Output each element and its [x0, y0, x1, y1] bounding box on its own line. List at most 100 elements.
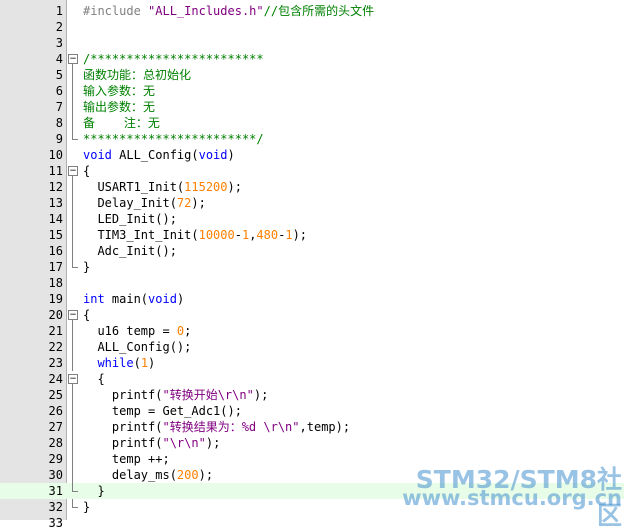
- code-line[interactable]: 14 LED_Init();: [0, 211, 624, 227]
- line-number: 14: [48, 212, 63, 226]
- code-line[interactable]: 11 {: [0, 163, 624, 179]
- code-line[interactable]: 26 temp = Get_Adc1();: [0, 403, 624, 419]
- code-line[interactable]: 27 printf("转换结果为：%d \r\n",temp);: [0, 419, 624, 435]
- line-number: 5: [55, 68, 63, 82]
- code-text: /************************: [83, 51, 264, 67]
- fold-guide-line: [68, 115, 78, 131]
- code-line[interactable]: 6 输入参数：无: [0, 83, 624, 99]
- fold-toggle-icon[interactable]: [68, 307, 78, 323]
- code-line[interactable]: 19 int main(void): [0, 291, 624, 307]
- code-text: temp = Get_Adc1();: [83, 403, 242, 419]
- line-number: 15: [48, 228, 63, 242]
- code-token: USART1_Init(: [83, 180, 185, 194]
- code-line[interactable]: 5 函数功能：总初始化: [0, 67, 624, 83]
- code-line[interactable]: 15 TIM3_Int_Init(10000-1,480-1);: [0, 227, 624, 243]
- code-line[interactable]: 20 {: [0, 307, 624, 323]
- code-token: );: [253, 388, 269, 402]
- fold-guide-line: [68, 339, 78, 355]
- line-number: 6: [55, 84, 63, 98]
- code-editor[interactable]: 1#include "ALL_Includes.h"//包含所需的头文件234/…: [0, 0, 624, 530]
- line-number: 21: [48, 324, 63, 338]
- line-number: 7: [55, 100, 63, 114]
- code-token: ): [148, 356, 156, 370]
- line-number: 2: [55, 20, 63, 34]
- code-text: }: [83, 259, 90, 275]
- code-line[interactable]: 3: [0, 35, 624, 51]
- line-number: 20: [48, 308, 63, 322]
- code-token: ): [227, 148, 235, 162]
- code-line[interactable]: 18: [0, 275, 624, 291]
- code-token: 1: [285, 228, 293, 242]
- line-number: 27: [48, 420, 63, 434]
- code-token: 输入参数：无: [83, 84, 156, 98]
- fold-toggle-icon[interactable]: [68, 163, 78, 179]
- code-text: TIM3_Int_Init(10000-1,480-1);: [83, 227, 307, 243]
- line-number: 29: [48, 452, 63, 466]
- fold-toggle-icon[interactable]: [68, 51, 78, 67]
- code-token: ALL_Config();: [83, 340, 192, 354]
- line-number: 11: [48, 164, 63, 178]
- line-number: 23: [48, 356, 63, 370]
- code-token: "转换开始\r\n": [162, 388, 254, 402]
- code-token: "转换结果为：%d \r\n": [162, 420, 300, 434]
- code-token: #include: [83, 4, 149, 18]
- code-line[interactable]: 7 输出参数：无: [0, 99, 624, 115]
- code-line[interactable]: 23 while(1): [0, 355, 624, 371]
- code-line[interactable]: 28 printf("\r\n");: [0, 435, 624, 451]
- code-text: Adc_Init();: [83, 243, 176, 259]
- code-line[interactable]: 16 Adc_Init();: [0, 243, 624, 259]
- line-number: 26: [48, 404, 63, 418]
- code-text: {: [83, 371, 105, 387]
- code-line[interactable]: 21 u16 temp = 0;: [0, 323, 624, 339]
- code-line[interactable]: 12 USART1_Init(115200);: [0, 179, 624, 195]
- code-line[interactable]: 17}: [0, 259, 624, 275]
- code-token: /************************: [83, 52, 264, 66]
- code-text: }: [83, 483, 105, 499]
- code-line[interactable]: 25 printf("转换开始\r\n");: [0, 387, 624, 403]
- code-token: u16 temp =: [83, 324, 177, 338]
- code-text: void ALL_Config(void): [83, 147, 235, 163]
- fold-toggle-icon[interactable]: [68, 371, 78, 387]
- fold-guide-line: [68, 323, 78, 339]
- code-token: void: [83, 148, 112, 162]
- line-number: 10: [48, 148, 63, 162]
- code-line[interactable]: 2: [0, 19, 624, 35]
- code-token: ;: [184, 324, 192, 338]
- line-number: 31: [48, 484, 63, 498]
- code-line[interactable]: 22 ALL_Config();: [0, 339, 624, 355]
- code-line[interactable]: 9 ************************/: [0, 131, 624, 147]
- code-token: (: [133, 356, 141, 370]
- code-line[interactable]: 13 Delay_Init(72);: [0, 195, 624, 211]
- code-token: 函数功能：总初始化: [83, 68, 192, 82]
- code-line[interactable]: 8 备 注：无: [0, 115, 624, 131]
- code-token: }: [83, 500, 91, 514]
- code-token: }: [83, 260, 91, 274]
- code-text: ALL_Config();: [83, 339, 191, 355]
- fold-guide-line: [68, 387, 78, 403]
- code-line[interactable]: 4 /************************: [0, 51, 624, 67]
- code-text: 输入参数：无: [83, 83, 155, 99]
- fold-guide-line: [68, 419, 78, 435]
- code-token: {: [83, 372, 105, 386]
- code-token: {: [83, 308, 91, 322]
- code-token: ************************/: [83, 132, 264, 146]
- code-token: Delay_Init(: [83, 196, 177, 210]
- code-token: ): [176, 292, 185, 306]
- code-token: delay_ms(: [83, 468, 177, 482]
- fold-guide-line: [68, 211, 78, 227]
- code-token: 1: [140, 356, 149, 370]
- code-token: }: [83, 484, 105, 498]
- fold-guide-line: [68, 499, 78, 515]
- code-token: 480: [256, 228, 279, 242]
- code-text: LED_Init();: [83, 211, 176, 227]
- line-number: 19: [48, 292, 63, 306]
- code-token: );: [205, 436, 221, 450]
- fold-guide-line: [68, 227, 78, 243]
- code-line[interactable]: 1 #include "ALL_Includes.h"//包含所需的头文件: [0, 3, 624, 19]
- code-token: "ALL_Includes.h": [148, 4, 264, 18]
- code-text: u16 temp = 0;: [83, 323, 191, 339]
- code-text: 备 注：无: [83, 115, 160, 131]
- code-line[interactable]: 10 void ALL_Config(void): [0, 147, 624, 163]
- code-line[interactable]: 24 {: [0, 371, 624, 387]
